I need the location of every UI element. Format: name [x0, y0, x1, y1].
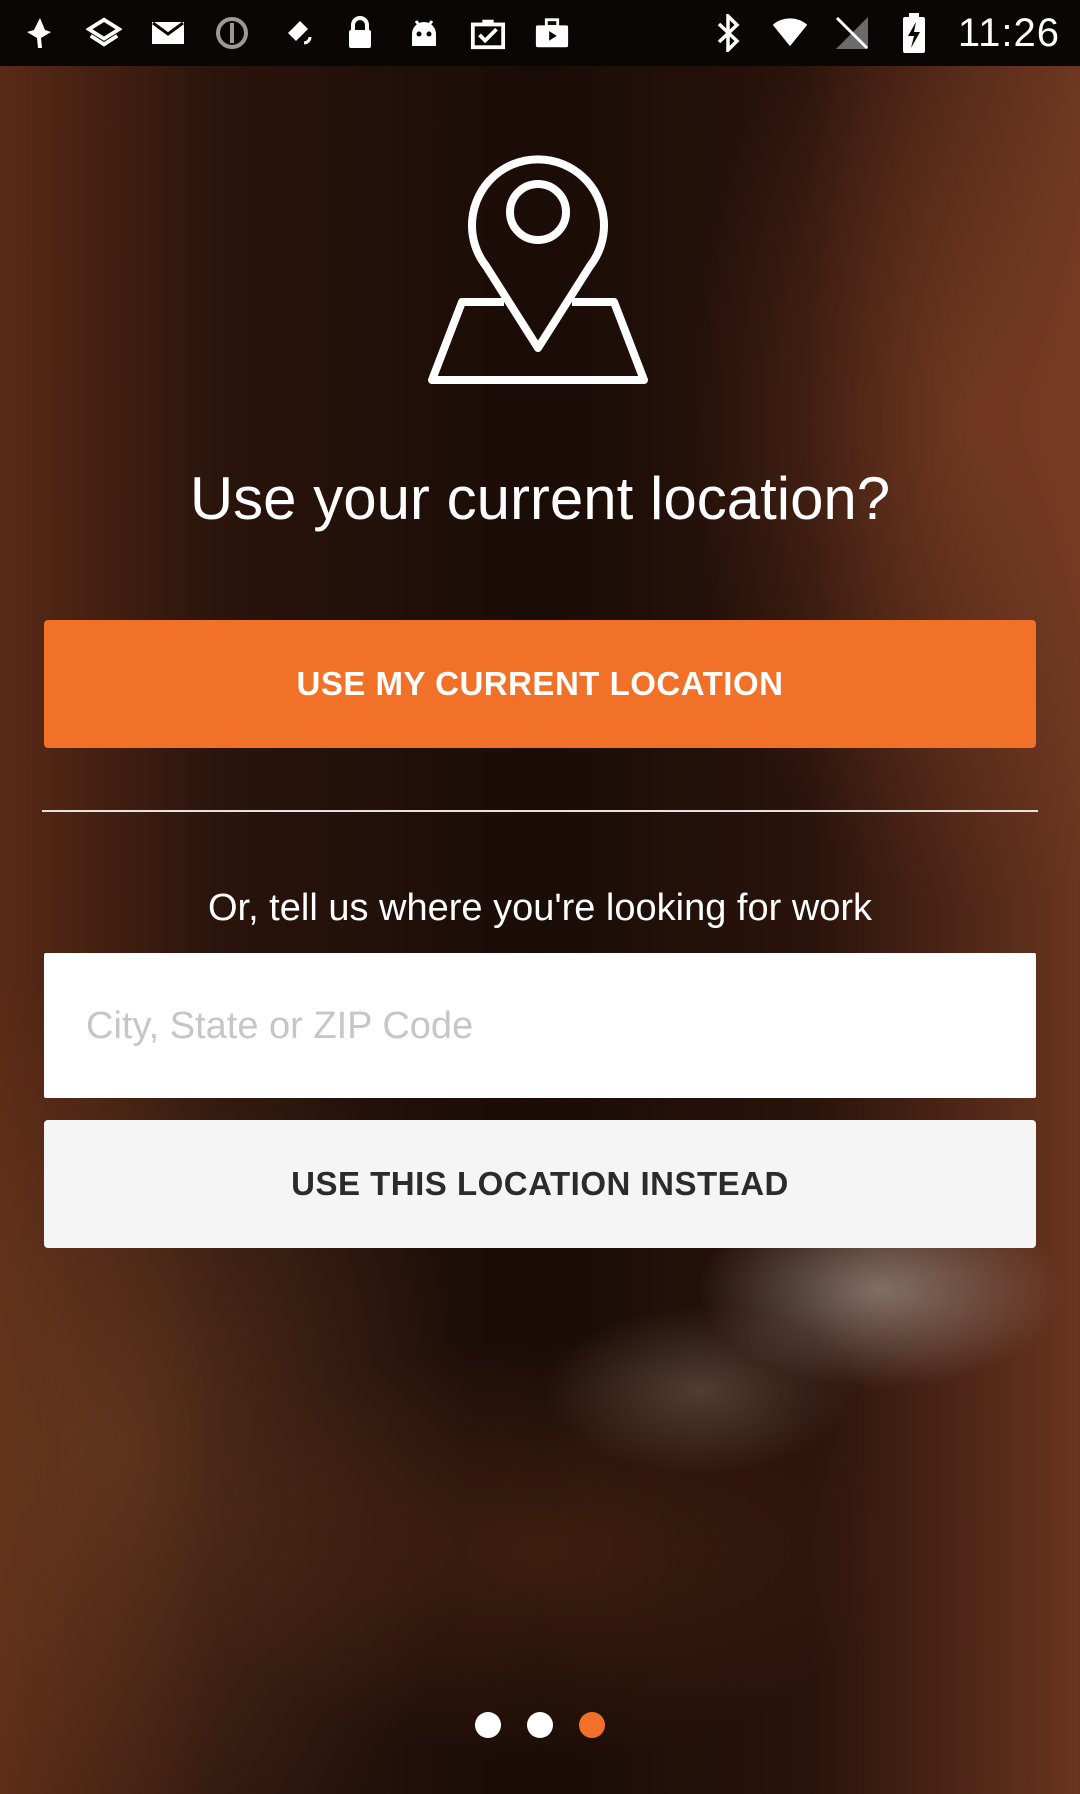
- alternate-location-prompt: Or, tell us where you're looking for wor…: [207, 887, 873, 929]
- no-sim-icon: [834, 15, 870, 51]
- use-this-location-button[interactable]: USE THIS LOCATION INSTEAD: [44, 1120, 1036, 1248]
- briefcase-icon: [534, 15, 570, 51]
- location-input[interactable]: City, State or ZIP Code: [44, 953, 1036, 1098]
- block-icon: [214, 15, 250, 51]
- page-dot-1[interactable]: [475, 1712, 501, 1738]
- page-indicator: [0, 1712, 1080, 1738]
- divider: [42, 810, 1038, 812]
- android-icon: [406, 15, 442, 51]
- mail-icon: [150, 15, 186, 51]
- notification-icon: [22, 15, 58, 51]
- satellite-icon: [278, 15, 314, 51]
- status-time: 11:26: [957, 10, 1060, 55]
- layers-icon: [86, 15, 122, 51]
- battery-charging-icon: [896, 13, 932, 53]
- lock-icon: [342, 15, 378, 51]
- page-title: Use your current location?: [189, 465, 891, 532]
- use-current-location-button[interactable]: USE MY CURRENT LOCATION: [44, 620, 1036, 748]
- task-check-icon: [470, 15, 506, 51]
- location-input-placeholder: City, State or ZIP Code: [86, 1005, 474, 1047]
- page-dot-3-active[interactable]: [579, 1712, 605, 1738]
- page-dot-2[interactable]: [527, 1712, 553, 1738]
- wifi-icon: [772, 15, 808, 51]
- status-bar: 11:26: [0, 0, 1080, 66]
- bluetooth-icon: [710, 14, 746, 52]
- map-pin-icon: [424, 146, 652, 391]
